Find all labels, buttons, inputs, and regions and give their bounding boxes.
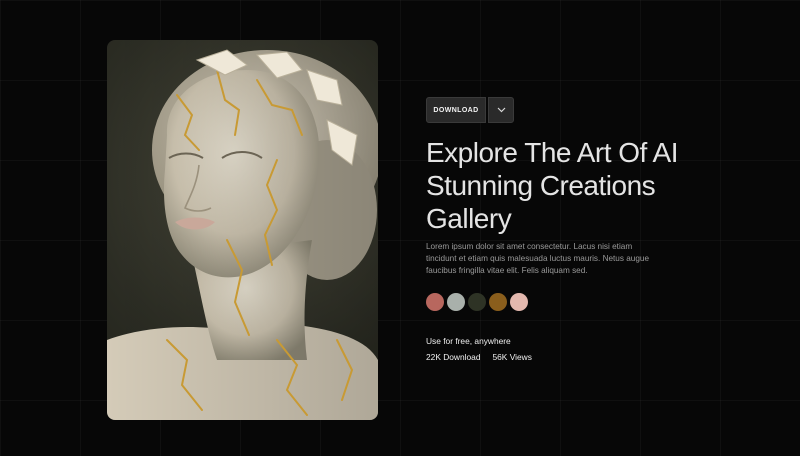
page-title: Explore The Art Of AI Stunning Creations…	[426, 136, 756, 235]
title-line: Explore The Art Of AI	[426, 137, 679, 168]
color-swatch[interactable]	[426, 293, 444, 311]
color-swatch[interactable]	[489, 293, 507, 311]
color-swatch[interactable]	[510, 293, 528, 311]
artwork-image[interactable]	[107, 40, 378, 420]
description-line: tincidunt et etiam quis malesuada luctus…	[426, 254, 650, 263]
stats: 22K Download 56K Views	[426, 352, 532, 362]
color-swatch[interactable]	[468, 293, 486, 311]
download-count: 22K Download	[426, 352, 481, 362]
description-line: faucibus fringilla vitae elit. Felis ali…	[426, 266, 588, 275]
chevron-down-icon	[497, 107, 505, 113]
view-count: 56K Views	[492, 352, 532, 362]
download-button[interactable]: DOWNLOAD	[426, 97, 486, 123]
color-swatch[interactable]	[447, 293, 465, 311]
download-options-button[interactable]	[488, 97, 514, 123]
download-toolbar: DOWNLOAD	[426, 97, 514, 123]
description-line: Lorem ipsum dolor sit amet consectetur. …	[426, 242, 633, 251]
license-text: Use for free, anywhere	[426, 336, 511, 346]
description: Lorem ipsum dolor sit amet consectetur. …	[426, 241, 666, 277]
title-line: Stunning Creations	[426, 170, 656, 201]
color-palette	[426, 293, 528, 311]
title-line: Gallery	[426, 203, 512, 234]
sculpture-illustration	[107, 40, 378, 420]
